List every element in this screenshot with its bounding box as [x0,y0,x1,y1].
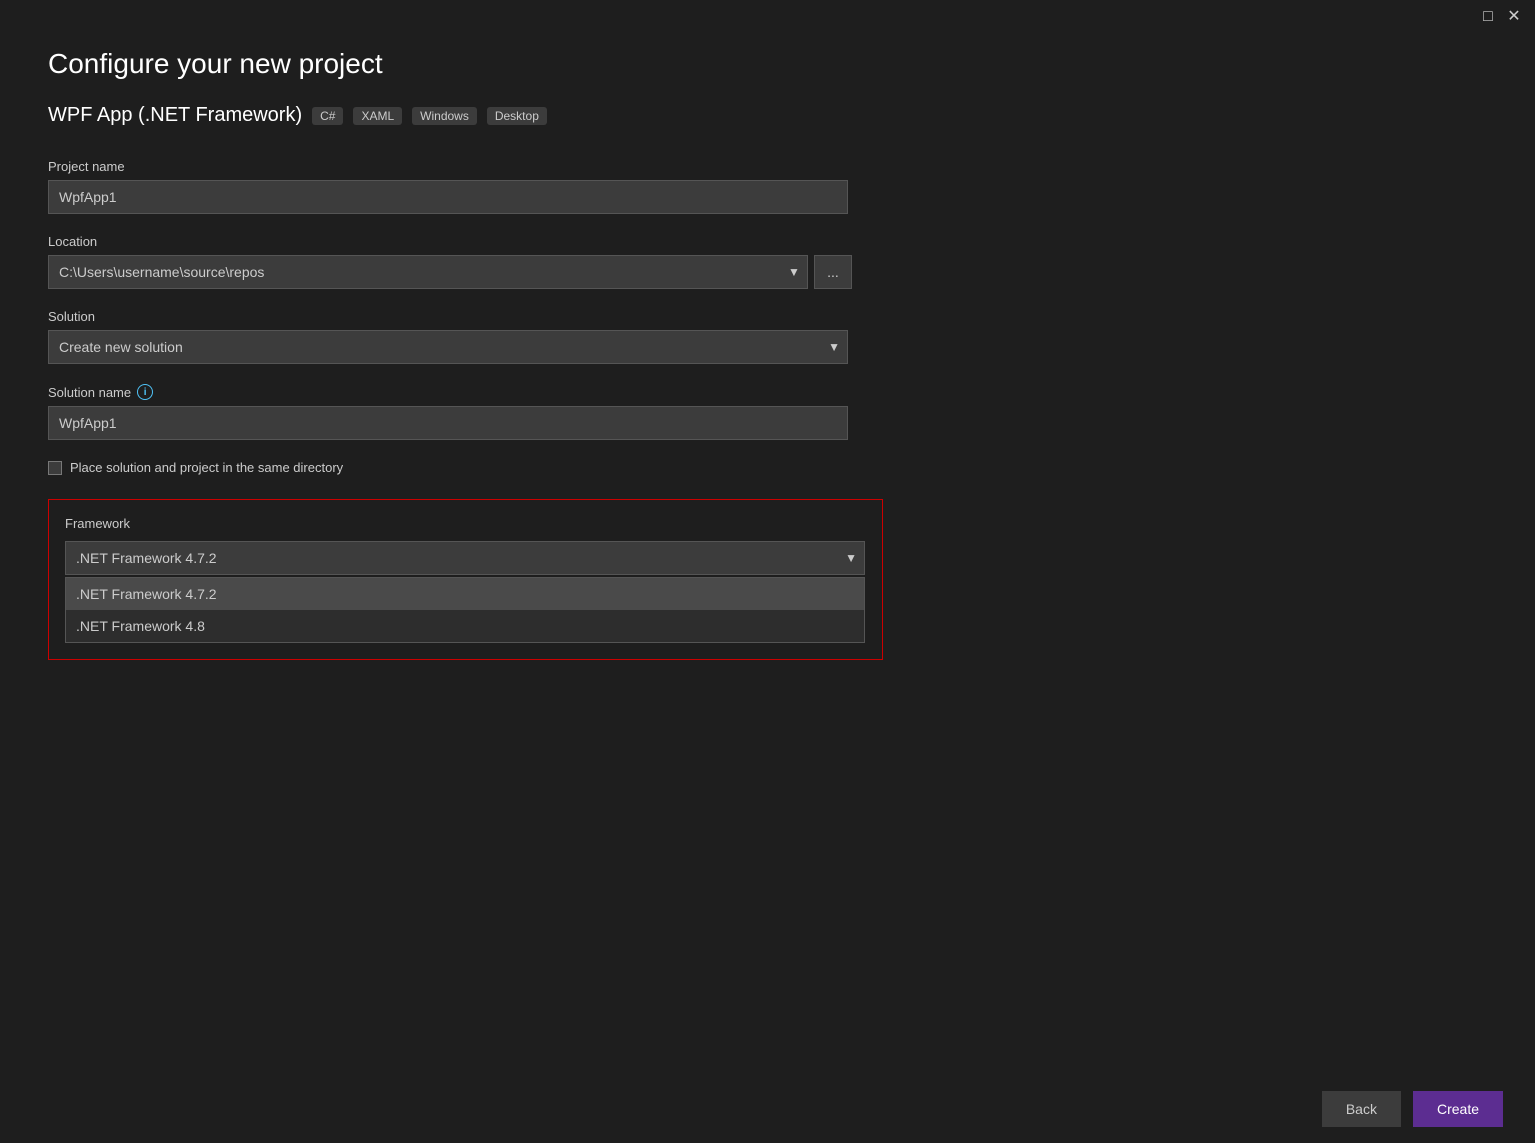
close-button[interactable]: ✕ [1505,8,1523,26]
same-directory-checkbox[interactable] [48,461,62,475]
solution-label: Solution [48,309,852,324]
project-name-input[interactable] [48,180,848,214]
page-title: Configure your new project [48,48,852,80]
framework-label: Framework [65,516,866,531]
maximize-button[interactable]: □ [1479,8,1497,26]
tag-csharp: C# [312,107,343,125]
location-group: Location C:\Users\username\source\repos … [48,234,852,289]
solution-select[interactable]: Create new solutionAdd to solution [48,330,848,364]
project-name-label: Project name [48,159,852,174]
solution-name-input[interactable] [48,406,848,440]
title-bar: □ ✕ [1467,0,1535,34]
browse-button[interactable]: ... [814,255,852,289]
solution-name-group: Solution name i [48,384,852,440]
tag-desktop: Desktop [487,107,547,125]
location-select[interactable]: C:\Users\username\source\repos [48,255,808,289]
same-directory-label: Place solution and project in the same d… [70,460,343,475]
solution-name-info-icon[interactable]: i [137,384,153,400]
solution-name-label: Solution name i [48,384,852,400]
same-directory-row: Place solution and project in the same d… [48,460,852,475]
location-select-wrap: C:\Users\username\source\repos ▼ [48,255,808,289]
location-label: Location [48,234,852,249]
framework-option-0[interactable]: .NET Framework 4.7.2 [66,578,864,610]
project-name-group: Project name [48,159,852,214]
framework-section: Framework .NET Framework 4.7.2.NET Frame… [48,499,883,660]
bottom-bar: Back Create [0,1075,1535,1143]
solution-group: Solution Create new solutionAdd to solut… [48,309,852,364]
main-content: Configure your new project WPF App (.NET… [0,0,900,660]
create-button[interactable]: Create [1413,1091,1503,1127]
framework-select[interactable]: .NET Framework 4.7.2.NET Framework 4.8 [65,541,865,575]
solution-select-wrap: Create new solutionAdd to solution ▼ [48,330,848,364]
tag-windows: Windows [412,107,477,125]
framework-option-1[interactable]: .NET Framework 4.8 [66,610,864,642]
location-row: C:\Users\username\source\repos ▼ ... [48,255,852,289]
framework-select-wrap: .NET Framework 4.7.2.NET Framework 4.8 ▼ [65,541,865,575]
subtitle-row: WPF App (.NET Framework) C# XAML Windows… [48,104,852,127]
tag-xaml: XAML [353,107,402,125]
subtitle-text: WPF App (.NET Framework) [48,104,302,127]
back-button[interactable]: Back [1322,1091,1401,1127]
framework-dropdown-list: .NET Framework 4.7.2 .NET Framework 4.8 [65,577,865,643]
